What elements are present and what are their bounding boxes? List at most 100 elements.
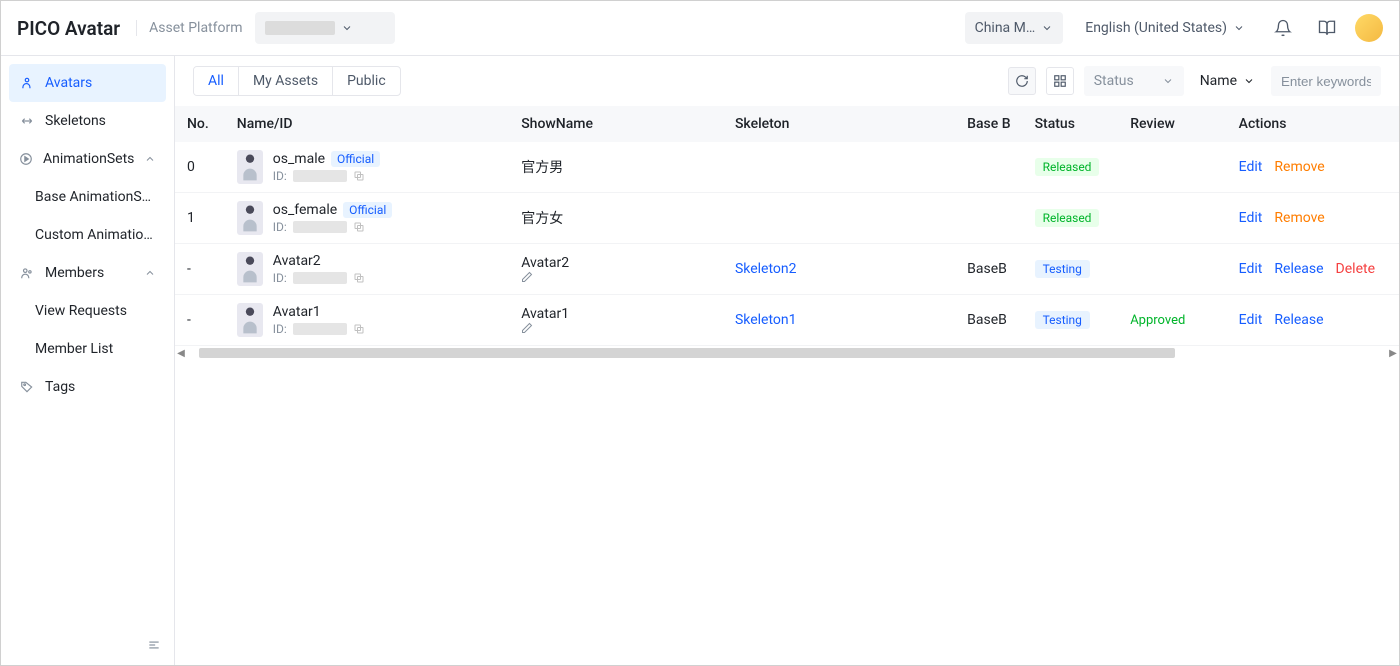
id-label: ID: [273,322,287,336]
grid-view-button[interactable] [1046,67,1074,95]
cell-name: Avatar2 ID: [225,244,509,295]
official-badge: Official [343,202,392,218]
sidebar-item-label: Custom Animatio… [35,227,153,243]
members-icon [19,265,35,281]
showname-value: 官方男 [521,160,563,176]
copy-id-button[interactable] [353,272,365,284]
notifications-button[interactable] [1267,12,1299,44]
copy-id-button[interactable] [353,323,365,335]
sidebar-item-label: Members [45,265,104,281]
copy-id-button[interactable] [353,221,365,233]
language-selector[interactable]: English (United States) [1075,12,1255,44]
asset-name: os_male [273,151,325,167]
tab-all[interactable]: All [194,67,238,95]
chevron-up-icon [144,267,156,279]
user-avatar[interactable] [1355,14,1383,42]
status-filter-label: Status [1094,73,1134,89]
chevron-down-icon [1162,75,1174,87]
copy-id-button[interactable] [353,170,365,182]
cell-skeleton: Skeleton2 [723,244,955,295]
id-label: ID: [273,271,287,285]
status-badge: Released [1035,209,1100,227]
sort-selector[interactable]: Name [1194,66,1261,96]
avatar-thumbnail [237,201,263,235]
edit-showname-button[interactable] [521,322,711,334]
id-value [293,272,347,284]
asset-name: Avatar2 [273,253,321,269]
animation-icon [19,151,33,167]
status-filter[interactable]: Status [1084,66,1184,96]
delete-button[interactable]: Delete [1336,261,1375,277]
cell-base: BaseB [955,244,1022,295]
table-row: 0os_maleOfficialID:官方男ReleasedEditRemove [175,142,1399,193]
sidebar-collapse-button[interactable] [142,633,166,657]
sidebar-item-custom-animationsets[interactable]: Custom Animatio… [9,216,166,254]
cell-showname: Avatar2 [509,244,723,295]
sidebar-item-view-requests[interactable]: View Requests [9,292,166,330]
edit-button[interactable]: Edit [1239,312,1263,328]
search-input[interactable] [1271,66,1381,96]
org-selector[interactable] [255,12,395,44]
col-review: Review [1118,106,1226,142]
refresh-button[interactable] [1008,67,1036,95]
chevron-down-icon [341,22,353,34]
edit-button[interactable]: Edit [1239,261,1263,277]
sidebar-item-members[interactable]: Members [9,254,166,292]
table-row: -Avatar2ID:Avatar2Skeleton2BaseBTestingE… [175,244,1399,295]
cell-actions: Edit Remove [1227,142,1399,193]
sidebar-item-base-animationsets[interactable]: Base AnimationS… [9,178,166,216]
cell-base: BaseB [955,295,1022,346]
status-badge: Testing [1035,311,1090,329]
remove-button[interactable]: Remove [1274,159,1324,175]
sidebar-item-tags[interactable]: Tags [9,368,166,406]
cell-base [955,142,1022,193]
asset-name: os_female [273,202,337,218]
region-selector[interactable]: China M… [965,12,1064,44]
release-button[interactable]: Release [1274,261,1323,277]
col-skeleton: Skeleton [723,106,955,142]
col-actions: Actions [1227,106,1399,142]
skeleton-link[interactable]: Skeleton2 [735,261,797,277]
official-badge: Official [331,151,380,167]
tab-my-assets[interactable]: My Assets [238,67,332,95]
collapse-icon [147,638,161,652]
sidebar-item-skeletons[interactable]: Skeletons [9,102,166,140]
edit-button[interactable]: Edit [1239,159,1263,175]
cell-skeleton [723,193,955,244]
sidebar-item-animationsets[interactable]: AnimationSets [9,140,166,178]
col-no: No. [175,106,225,142]
tab-public[interactable]: Public [332,67,400,95]
showname-value: Avatar1 [521,306,569,322]
release-button[interactable]: Release [1274,312,1323,328]
cell-no: 0 [175,142,225,193]
cell-name: os_female Official ID: [225,193,509,244]
cell-no: - [175,295,225,346]
review-status: Approved [1130,313,1185,328]
region-label: China M… [975,20,1036,36]
sidebar-item-label: Avatars [45,75,92,91]
skeleton-icon [19,113,35,129]
horizontal-scrollbar[interactable]: ◀ ▶ [175,346,1399,360]
skeleton-link[interactable]: Skeleton1 [735,312,797,328]
edit-button[interactable]: Edit [1239,210,1263,226]
remove-button[interactable]: Remove [1274,210,1324,226]
table-row: -Avatar1ID:Avatar1Skeleton1BaseBTestingA… [175,295,1399,346]
cell-status: Testing [1023,295,1119,346]
toolbar: All My Assets Public Status Name [175,56,1399,106]
col-base: Base B [955,106,1022,142]
edit-showname-button[interactable] [521,271,711,283]
sidebar-item-member-list[interactable]: Member List [9,330,166,368]
sidebar-item-avatars[interactable]: Avatars [9,64,166,102]
docs-button[interactable] [1311,12,1343,44]
scroll-right-icon[interactable]: ▶ [1387,347,1399,359]
chevron-up-icon [144,153,156,165]
col-showname: ShowName [509,106,723,142]
cell-skeleton: Skeleton1 [723,295,955,346]
sidebar-item-label: Skeletons [45,113,106,129]
showname-value: 官方女 [521,211,563,227]
cell-base [955,193,1022,244]
tag-icon [19,379,35,395]
id-label: ID: [273,220,287,234]
scroll-left-icon[interactable]: ◀ [175,347,187,359]
brand-subtitle: Asset Platform [136,20,242,36]
